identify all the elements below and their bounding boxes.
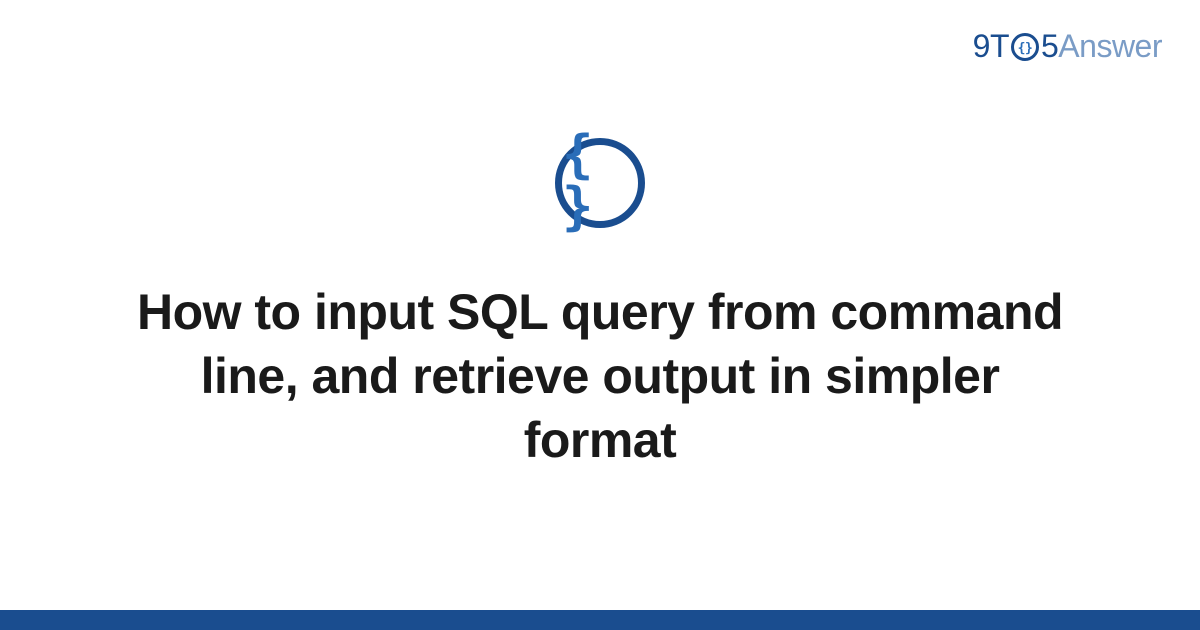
- main-content: { } How to input SQL query from command …: [0, 138, 1200, 472]
- logo-circle-icon: {}: [1010, 32, 1040, 62]
- logo-suffix: 5: [1041, 28, 1058, 65]
- svg-text:{}: {}: [1018, 41, 1033, 56]
- site-logo: 9T {} 5 Answer: [973, 28, 1162, 65]
- question-title: How to input SQL query from command line…: [120, 280, 1080, 472]
- braces-circle-small-icon: {}: [1010, 32, 1040, 62]
- footer-bar: [0, 610, 1200, 630]
- code-braces-icon: { }: [562, 129, 638, 233]
- logo-prefix: 9T: [973, 28, 1009, 65]
- logo-word: Answer: [1058, 28, 1162, 65]
- category-icon-circle: { }: [555, 138, 645, 228]
